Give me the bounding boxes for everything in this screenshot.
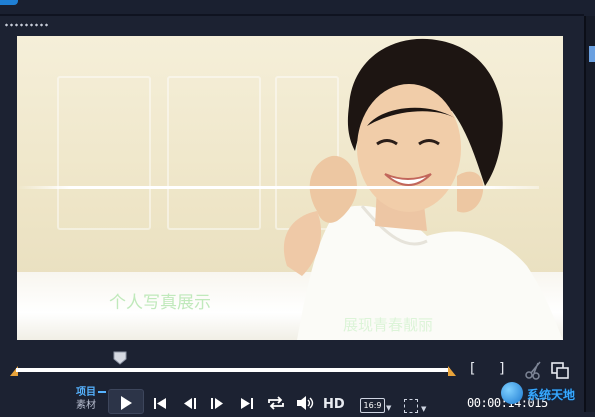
previous-frame-button[interactable] bbox=[181, 394, 199, 412]
logo-text: 系统天地 bbox=[527, 388, 576, 402]
chevron-down-icon[interactable]: ▼ bbox=[386, 404, 391, 412]
go-to-end-button[interactable] bbox=[238, 394, 256, 412]
hd-preview-button[interactable]: HD bbox=[323, 397, 345, 412]
wall-panel bbox=[167, 76, 261, 230]
panel-tab-indicator[interactable] bbox=[589, 46, 595, 62]
aspect-ratio-button[interactable]: 16:9 bbox=[360, 398, 385, 413]
playhead-handle[interactable] bbox=[113, 350, 127, 365]
volume-button[interactable] bbox=[295, 394, 314, 412]
go-to-start-button[interactable] bbox=[151, 394, 169, 412]
project-mode-tab[interactable]: 项目 bbox=[76, 386, 106, 399]
active-indicator bbox=[98, 391, 106, 393]
mark-in-button[interactable]: [ bbox=[470, 361, 475, 377]
speaker-icon bbox=[297, 396, 314, 410]
title-accent bbox=[0, 0, 18, 5]
step-back-icon bbox=[184, 398, 196, 409]
top-strip bbox=[0, 0, 595, 16]
next-frame-button[interactable] bbox=[208, 394, 226, 412]
mode-selector: 项目 素材 bbox=[76, 386, 106, 412]
skip-to-start-icon bbox=[154, 398, 166, 409]
panel-grip-handle[interactable] bbox=[4, 22, 50, 28]
divider bbox=[0, 14, 584, 16]
wall-panel bbox=[57, 76, 151, 230]
scrubber-track[interactable] bbox=[16, 368, 450, 372]
play-button[interactable] bbox=[108, 389, 144, 414]
preview-window: 个人写真展示 展现青春靓丽 bbox=[17, 36, 563, 340]
scissors-icon bbox=[525, 361, 541, 380]
project-mode-label: 项目 bbox=[76, 387, 96, 398]
mark-out-button[interactable]: ] bbox=[499, 361, 504, 377]
crop-icon[interactable] bbox=[404, 399, 418, 413]
timeline-scrubber[interactable] bbox=[10, 366, 456, 376]
skip-to-end-icon bbox=[241, 398, 253, 409]
clip-mode-tab[interactable]: 素材 bbox=[76, 399, 106, 412]
title-caption: 个人写真展示 bbox=[109, 293, 211, 313]
right-side-panel bbox=[584, 16, 595, 412]
step-forward-icon bbox=[211, 398, 223, 409]
play-icon bbox=[121, 396, 132, 410]
subtitle-caption: 展现青春靓丽 bbox=[343, 316, 434, 334]
watermark-logo: 系统天地 bbox=[497, 378, 595, 412]
split-clip-button[interactable] bbox=[524, 360, 544, 380]
transition-light-line bbox=[17, 186, 539, 189]
repeat-button[interactable] bbox=[266, 394, 284, 412]
logo-icon bbox=[501, 382, 523, 404]
repeat-icon bbox=[268, 396, 284, 410]
